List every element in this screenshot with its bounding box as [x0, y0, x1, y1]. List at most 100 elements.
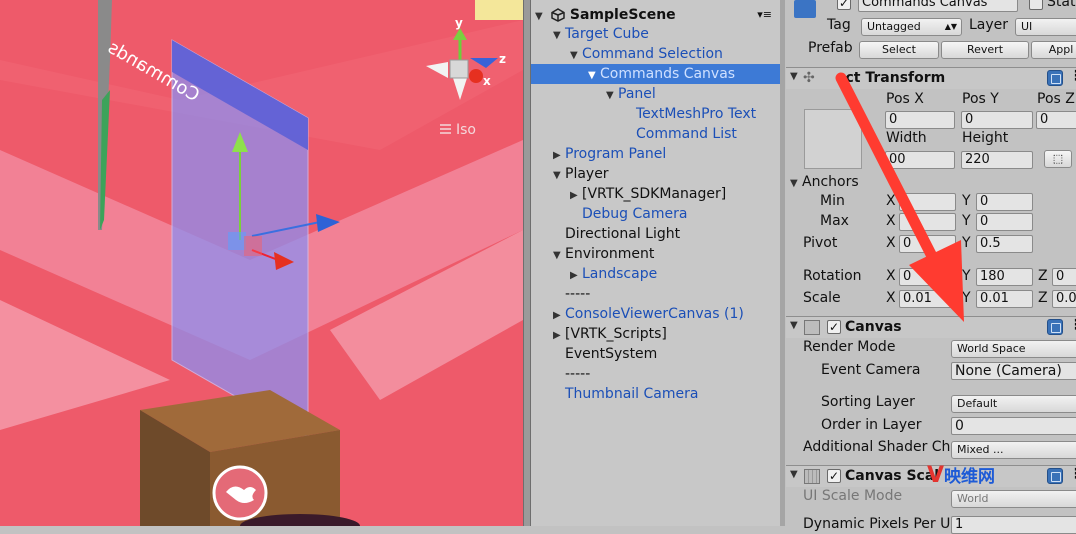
anchor-max-x-field[interactable]: [899, 213, 956, 231]
rotation-y-field[interactable]: 180: [976, 268, 1033, 286]
help-book-icon[interactable]: [1047, 70, 1063, 86]
collapse-triangle-icon[interactable]: ▶: [570, 266, 582, 286]
rotation-x-field[interactable]: 0: [899, 268, 956, 286]
canvas-scaler-enabled-checkbox[interactable]: ✓: [827, 469, 841, 483]
collapse-triangle-icon[interactable]: ▶: [553, 306, 565, 326]
collapse-triangle-icon[interactable]: ▶: [553, 326, 565, 346]
hierarchy-item[interactable]: ▼ Environment: [531, 244, 780, 264]
expand-triangle-icon[interactable]: ▼: [570, 46, 582, 66]
expand-triangle-icon[interactable]: ▼: [553, 26, 565, 46]
hierarchy-item-label: Thumbnail Camera: [565, 386, 699, 402]
collapse-triangle-icon[interactable]: ▼: [790, 178, 802, 189]
order-in-layer-field[interactable]: 0: [951, 417, 1076, 435]
help-book-icon[interactable]: [1047, 319, 1063, 335]
help-book-icon[interactable]: [1047, 468, 1063, 484]
prefab-label: Prefab: [808, 40, 853, 56]
anchor-max-y-field[interactable]: 0: [976, 213, 1033, 231]
hierarchy-scrollbar[interactable]: [780, 0, 785, 526]
max-label: Max: [820, 213, 849, 229]
gameobject-cube-icon: [794, 0, 816, 18]
hierarchy-item[interactable]: ▶ [VRTK_SDKManager]: [531, 184, 780, 204]
expand-triangle-icon[interactable]: ▼: [553, 166, 565, 186]
component-menu-icon[interactable]: ⋮: [1069, 317, 1076, 333]
min-label: Min: [820, 193, 845, 209]
hierarchy-item[interactable]: ▼ Panel: [531, 84, 780, 104]
hierarchy-item[interactable]: -----: [531, 364, 780, 384]
hierarchy-item[interactable]: ▶ Program Panel: [531, 144, 780, 164]
height-field[interactable]: 220: [961, 151, 1033, 169]
rotation-z-field[interactable]: 0: [1052, 268, 1076, 286]
raw-edit-button[interactable]: ⬚: [1044, 150, 1072, 168]
rotation-label: Rotation: [803, 268, 862, 284]
hierarchy-item[interactable]: EventSystem: [531, 344, 780, 364]
orient-x-cone[interactable]: [469, 69, 483, 83]
pos-z-field[interactable]: 0: [1036, 111, 1076, 129]
scene-root-row[interactable]: ▼ SampleScene ▾≡: [531, 5, 780, 25]
scene-view[interactable]: Commands y z x Iso: [0, 0, 523, 526]
object-name-field[interactable]: Commands Canvas: [858, 0, 1018, 12]
hierarchy-item[interactable]: TextMeshPro Text: [531, 104, 780, 124]
panel-splitter[interactable]: [523, 0, 531, 526]
hierarchy-item[interactable]: ▶ Landscape: [531, 264, 780, 284]
prefab-select-button[interactable]: Select: [859, 41, 939, 59]
hierarchy-item-label: Target Cube: [565, 26, 649, 42]
render-mode-value: World Space: [957, 342, 1026, 355]
collapse-triangle-icon[interactable]: ▶: [553, 146, 565, 166]
prefab-revert-button[interactable]: Revert: [941, 41, 1029, 59]
event-camera-field[interactable]: None (Camera): [951, 362, 1076, 380]
scale-x-field[interactable]: 0.01: [899, 290, 956, 308]
hierarchy-item[interactable]: ▼ Commands Canvas: [531, 64, 780, 84]
collapse-triangle-icon[interactable]: ▶: [570, 186, 582, 206]
render-mode-dropdown[interactable]: World Space: [951, 340, 1076, 358]
hierarchy-item[interactable]: Debug Camera: [531, 204, 780, 224]
hierarchy-item[interactable]: Thumbnail Camera: [531, 384, 780, 404]
pivot-y-field[interactable]: 0.5: [976, 235, 1033, 253]
hierarchy-item[interactable]: -----: [531, 284, 780, 304]
expand-triangle-icon[interactable]: ▼: [588, 66, 600, 86]
hierarchy-item[interactable]: Command List: [531, 124, 780, 144]
hierarchy-item[interactable]: Directional Light: [531, 224, 780, 244]
scale-y-field[interactable]: 0.01: [976, 290, 1033, 308]
rect-transform-header[interactable]: ▼ ✣ ect Transform ⋮: [786, 67, 1076, 89]
hierarchy-item[interactable]: ▼ Player: [531, 164, 780, 184]
sorting-layer-dropdown[interactable]: Default: [951, 395, 1076, 413]
x-label: X: [886, 193, 896, 209]
gizmo-plane-handle[interactable]: [228, 232, 246, 250]
shader-channels-dropdown[interactable]: Mixed ...: [951, 441, 1076, 459]
pos-y-field[interactable]: 0: [961, 111, 1033, 129]
scene-menu-icon[interactable]: ▾≡: [757, 5, 772, 25]
shader-channels-label: Additional Shader Ch: [803, 439, 951, 455]
anchor-preset-button[interactable]: [804, 109, 862, 169]
anchor-min-y-field[interactable]: 0: [976, 193, 1033, 211]
prefab-apply-button[interactable]: Appl: [1031, 41, 1076, 59]
active-checkbox[interactable]: ✓: [837, 0, 851, 10]
anchor-min-x-field[interactable]: [899, 193, 956, 211]
hierarchy-item[interactable]: ▶ [VRTK_Scripts]: [531, 324, 780, 344]
pos-x-field[interactable]: 0: [885, 111, 955, 129]
dynamic-pixels-field[interactable]: 1: [951, 516, 1076, 534]
component-menu-icon[interactable]: ⋮: [1069, 466, 1076, 482]
hierarchy-item-label: TextMeshPro Text: [636, 106, 757, 122]
collapse-triangle-icon[interactable]: ▼: [790, 469, 802, 480]
hierarchy-item[interactable]: ▼ Command Selection: [531, 44, 780, 64]
collapse-triangle-icon[interactable]: ▼: [790, 320, 802, 331]
tag-dropdown[interactable]: Untagged ▲▼: [861, 18, 962, 36]
hierarchy-item[interactable]: ▼ Target Cube: [531, 24, 780, 44]
pivot-x-field[interactable]: 0: [899, 235, 956, 253]
collapse-triangle-icon[interactable]: ▼: [790, 71, 802, 82]
hierarchy-item[interactable]: ▶ ConsoleViewerCanvas (1): [531, 304, 780, 324]
anchors-foldout[interactable]: ▼ Anchors: [790, 174, 859, 190]
layer-dropdown[interactable]: UI: [1015, 18, 1076, 36]
expand-triangle-icon[interactable]: ▼: [606, 86, 618, 106]
static-checkbox[interactable]: [1029, 0, 1043, 10]
width-field[interactable]: 00: [885, 151, 955, 169]
canvas-header[interactable]: ▼ ✓ Canvas ⋮: [786, 316, 1076, 338]
gizmo-plane-handle[interactable]: [244, 236, 262, 256]
scale-label: Scale: [803, 290, 841, 306]
expand-triangle-icon[interactable]: ▼: [553, 246, 565, 266]
canvas-enabled-checkbox[interactable]: ✓: [827, 320, 841, 334]
orient-center-cube[interactable]: [449, 59, 469, 79]
scale-z-field[interactable]: 0.0: [1052, 290, 1076, 308]
component-menu-icon[interactable]: ⋮: [1069, 68, 1076, 84]
projection-toggle[interactable]: Iso: [456, 122, 476, 138]
